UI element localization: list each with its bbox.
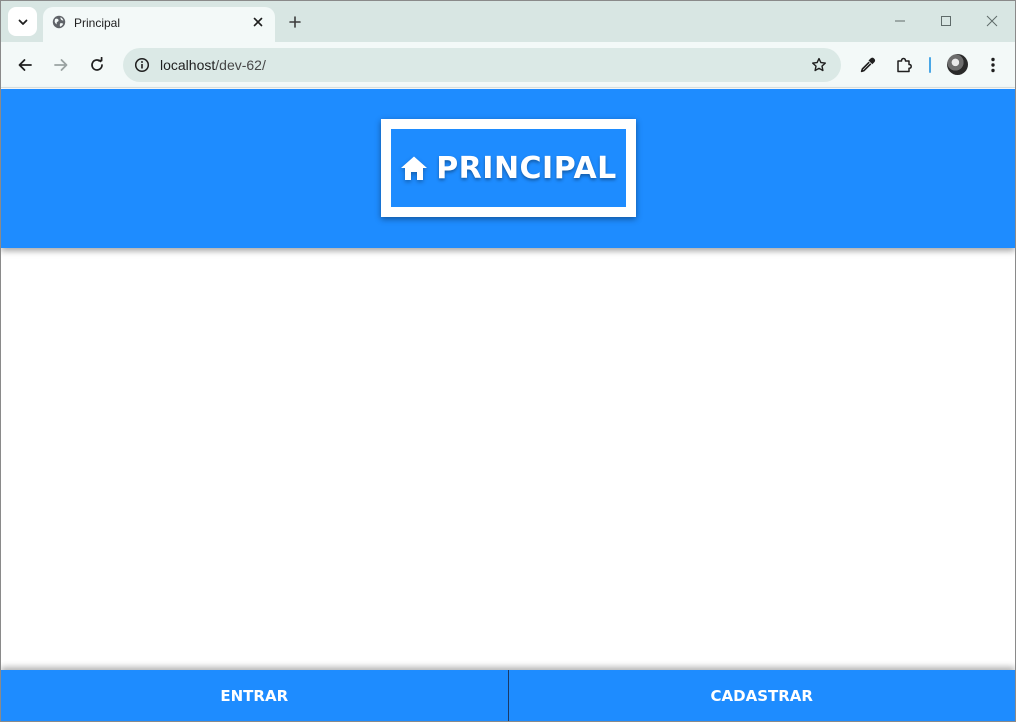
page-title: PRINCIPAL [436,150,617,186]
page-viewport: PRINCIPAL ENTRAR CADASTRAR [1,89,1015,721]
minimize-button[interactable] [888,10,912,32]
arrow-left-icon [18,59,32,71]
browser-toolbar: localhost/dev-62/ [1,42,1015,88]
browser-window: Principal localhost/dev-62/ PRINCIPAL EN… [0,0,1016,722]
bookmark-button[interactable] [809,55,829,75]
more-vertical-icon [991,57,995,73]
maximize-button[interactable] [934,10,958,32]
url-text[interactable]: localhost/dev-62/ [160,57,266,73]
chevron-down-icon [18,19,27,25]
address-bar[interactable]: localhost/dev-62/ [123,48,841,82]
close-window-button[interactable] [980,10,1004,32]
eyedropper-icon [860,57,876,73]
tab-close-icon[interactable] [249,13,267,31]
tab-strip: Principal [1,1,1015,42]
site-info-button[interactable] [131,54,153,76]
new-tab-button[interactable] [284,11,306,33]
entrar-button[interactable]: ENTRAR [1,670,508,721]
back-button[interactable] [13,53,37,77]
toolbar-separator [929,57,931,73]
extensions-button[interactable] [892,53,916,77]
maximize-icon [941,16,951,26]
eyedropper-button[interactable] [856,53,880,77]
arrow-right-icon [54,59,68,71]
globe-icon [52,15,66,29]
profile-avatar[interactable] [947,54,968,75]
tab-search-button[interactable] [8,7,37,36]
url-path: /dev-62/ [215,57,266,73]
url-host: localhost [160,57,216,73]
plus-icon [289,16,301,28]
browser-menu-button[interactable] [981,53,1005,77]
minimize-icon [895,20,905,22]
forward-button[interactable] [49,53,73,77]
puzzle-icon [897,57,912,73]
star-icon [812,57,826,72]
info-icon [134,57,150,73]
page-footer: ENTRAR CADASTRAR [1,670,1015,721]
reload-button[interactable] [85,53,109,77]
cadastrar-button[interactable]: CADASTRAR [507,670,1015,721]
close-icon [986,15,998,27]
page-title-box: PRINCIPAL [381,119,636,217]
reload-icon [91,57,103,71]
page-header: PRINCIPAL [1,89,1015,248]
tab-title: Principal [74,16,121,30]
home-icon [401,156,428,180]
tab-active[interactable]: Principal [43,7,275,42]
